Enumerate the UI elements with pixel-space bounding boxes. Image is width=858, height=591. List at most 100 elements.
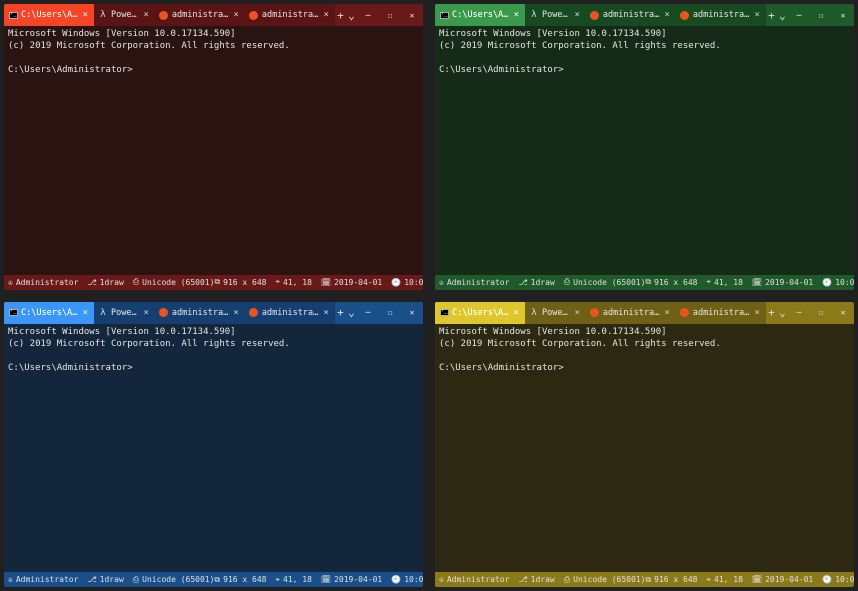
- ubuntu-icon: [680, 308, 690, 318]
- status-size: ⧉916 x 648: [214, 277, 266, 287]
- status-date: 🗓2019-04-01: [321, 575, 382, 584]
- title-bar: C:\Users\Administr... × PowerShell × adm…: [435, 302, 854, 324]
- tab[interactable]: C:\Users\Administr... ×: [435, 4, 525, 26]
- tab-close-icon[interactable]: ×: [512, 308, 521, 318]
- tab-close-icon[interactable]: ×: [321, 10, 330, 20]
- status-encoding: ⎙Unicode (65001): [564, 277, 646, 287]
- maximize-button[interactable]: ☐: [810, 302, 832, 324]
- tab-close-icon[interactable]: ×: [321, 308, 330, 318]
- status-date: 🗓2019-04-01: [752, 575, 813, 584]
- tab-close-icon[interactable]: ×: [662, 10, 671, 20]
- minimize-button[interactable]: ─: [788, 4, 810, 26]
- terminal-line: Microsoft Windows [Version 10.0.17134.59…: [8, 29, 236, 39]
- terminal-output[interactable]: Microsoft Windows [Version 10.0.17134.59…: [4, 26, 423, 275]
- tab-close-icon[interactable]: ×: [572, 308, 581, 318]
- tab-close-icon[interactable]: ×: [141, 10, 150, 20]
- title-bar: C:\Users\Administr... × PowerShell × adm…: [4, 4, 423, 26]
- tab[interactable]: administrator@DES... ×: [586, 4, 676, 26]
- status-encoding: ⎙Unicode (65001): [133, 277, 215, 287]
- tab[interactable]: C:\Users\Administr... ×: [435, 302, 525, 324]
- status-date: 🗓2019-04-01: [752, 278, 813, 287]
- tab-dropdown-button[interactable]: ⌄: [346, 4, 357, 26]
- tab[interactable]: C:\Users\Administr... ×: [4, 4, 94, 26]
- branch-icon: ⎇: [518, 278, 527, 287]
- tab-close-icon[interactable]: ×: [662, 308, 671, 318]
- tab-close-icon[interactable]: ×: [81, 10, 90, 20]
- tab[interactable]: administrator@DES... ×: [586, 302, 676, 324]
- terminal-line: (c) 2019 Microsoft Corporation. All righ…: [8, 41, 290, 51]
- status-size: ⧉916 x 648: [645, 575, 697, 585]
- tab-label: PowerShell: [111, 10, 138, 20]
- terminal-prompt: C:\Users\Administrator>: [439, 65, 564, 75]
- tab[interactable]: administrator@DES... ×: [245, 4, 335, 26]
- cmd-icon: [439, 10, 449, 20]
- tab[interactable]: PowerShell ×: [94, 4, 155, 26]
- encoding-icon: ⎙: [133, 277, 139, 287]
- minimize-button[interactable]: ─: [357, 4, 379, 26]
- maximize-button[interactable]: ☐: [810, 4, 832, 26]
- status-branch: ⎇1draw: [87, 575, 123, 584]
- tab-dropdown-button[interactable]: ⌄: [777, 302, 788, 324]
- new-tab-button[interactable]: +: [766, 302, 777, 324]
- tab-label: C:\Users\Administr...: [452, 10, 509, 20]
- minimize-button[interactable]: ─: [788, 302, 810, 324]
- status-branch: ⎇1draw: [87, 278, 123, 287]
- ubuntu-icon: [249, 308, 259, 318]
- status-date: 🗓2019-04-01: [321, 278, 382, 287]
- tab[interactable]: PowerShell ×: [525, 302, 586, 324]
- window-controls: ─ ☐ ✕: [357, 302, 423, 324]
- tab[interactable]: administrator@DES... ×: [155, 302, 245, 324]
- maximize-button[interactable]: ☐: [379, 4, 401, 26]
- tab[interactable]: administrator@DES... ×: [245, 302, 335, 324]
- branch-icon: ⎇: [518, 575, 527, 584]
- tab-dropdown-button[interactable]: ⌄: [346, 302, 357, 324]
- tab-close-icon[interactable]: ×: [231, 308, 240, 318]
- maximize-button[interactable]: ☐: [379, 302, 401, 324]
- window-controls: ─ ☐ ✕: [357, 4, 423, 26]
- close-button[interactable]: ✕: [832, 4, 854, 26]
- tab-close-icon[interactable]: ×: [81, 308, 90, 318]
- tab[interactable]: PowerShell ×: [525, 4, 586, 26]
- new-tab-button[interactable]: +: [335, 302, 346, 324]
- tab-dropdown-button[interactable]: ⌄: [777, 4, 788, 26]
- terminal-output[interactable]: Microsoft Windows [Version 10.0.17134.59…: [435, 324, 854, 573]
- status-bar: ♔Administrator ⎇1draw ⎙Unicode (65001) ⧉…: [4, 572, 423, 587]
- user-icon: ♔: [8, 575, 13, 584]
- new-tab-button[interactable]: +: [766, 4, 777, 26]
- clock-icon: 🕙: [391, 278, 401, 287]
- tab-label: administrator@DES...: [693, 10, 750, 20]
- tab-label: administrator@DES...: [693, 308, 750, 318]
- close-button[interactable]: ✕: [401, 4, 423, 26]
- tab-close-icon[interactable]: ×: [512, 10, 521, 20]
- minimize-button[interactable]: ─: [357, 302, 379, 324]
- terminal-output[interactable]: Microsoft Windows [Version 10.0.17134.59…: [435, 26, 854, 275]
- tab-close-icon[interactable]: ×: [752, 308, 761, 318]
- close-button[interactable]: ✕: [832, 302, 854, 324]
- status-position: ⌖41, 18: [276, 575, 312, 585]
- tab-label: C:\Users\Administr...: [452, 308, 509, 318]
- terminal-line: Microsoft Windows [Version 10.0.17134.59…: [439, 29, 667, 39]
- display-icon: ⧉: [214, 575, 220, 585]
- close-button[interactable]: ✕: [401, 302, 423, 324]
- status-user: ♔Administrator: [8, 278, 78, 287]
- tab-strip: C:\Users\Administr... × PowerShell × adm…: [435, 302, 788, 324]
- new-tab-button[interactable]: +: [335, 4, 346, 26]
- tab-close-icon[interactable]: ×: [572, 10, 581, 20]
- tab-label: administrator@DES...: [172, 308, 229, 318]
- clock-icon: 🕙: [822, 575, 832, 584]
- tab-close-icon[interactable]: ×: [141, 308, 150, 318]
- tab[interactable]: administrator@DES... ×: [155, 4, 245, 26]
- powershell-icon: [529, 308, 539, 318]
- ubuntu-icon: [249, 10, 259, 20]
- terminal-prompt: C:\Users\Administrator>: [439, 363, 564, 373]
- tab-close-icon[interactable]: ×: [752, 10, 761, 20]
- tab[interactable]: administrator@DES... ×: [676, 302, 766, 324]
- ubuntu-icon: [159, 308, 169, 318]
- tab[interactable]: PowerShell ×: [94, 302, 155, 324]
- status-time: 🕙10:00 (PST): [391, 278, 423, 287]
- branch-icon: ⎇: [87, 278, 96, 287]
- terminal-output[interactable]: Microsoft Windows [Version 10.0.17134.59…: [4, 324, 423, 573]
- tab[interactable]: administrator@DES... ×: [676, 4, 766, 26]
- tab-close-icon[interactable]: ×: [231, 10, 240, 20]
- tab[interactable]: C:\Users\Administr... ×: [4, 302, 94, 324]
